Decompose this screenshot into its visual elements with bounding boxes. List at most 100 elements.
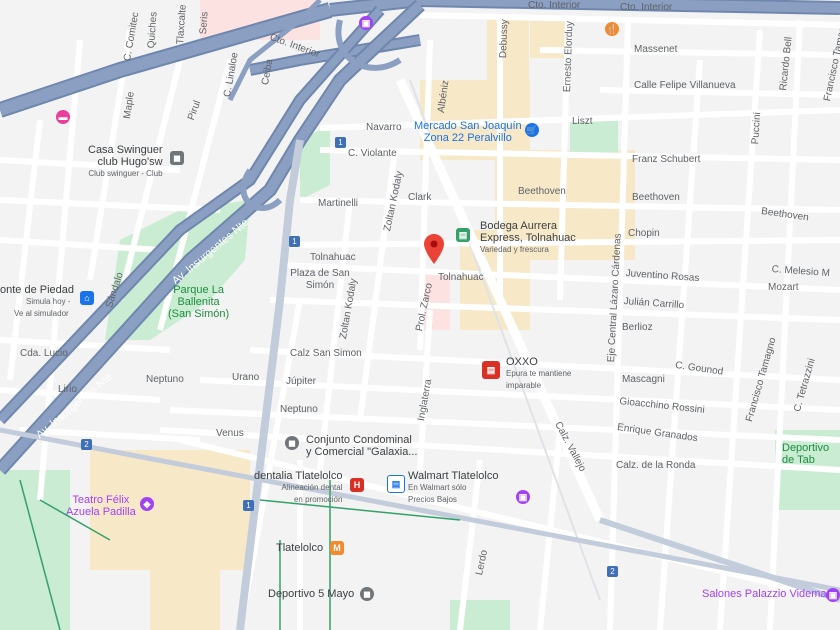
street-label: Quiches xyxy=(146,11,161,48)
landmark-icon[interactable]: ◼ xyxy=(360,587,374,601)
deportivo-de-tab[interactable]: Deportivo de Tab xyxy=(782,442,829,466)
route-shield: 1 xyxy=(289,236,300,247)
place-name: Plaza de San Simón xyxy=(290,268,350,291)
bank-icon[interactable]: ⌂ xyxy=(80,291,94,305)
poi-title: Azuela Padilla xyxy=(66,506,136,518)
shopping-cart-icon[interactable]: 🛒 xyxy=(525,123,539,137)
street-label: Clark xyxy=(408,192,431,204)
street-name: Calz San Simon xyxy=(290,348,362,359)
poi-title: dentalia Tlatelolco xyxy=(254,470,343,482)
street-name: Navarro xyxy=(366,122,402,133)
street-name: Cto. Interior xyxy=(528,0,581,11)
icon-glyph: M xyxy=(333,543,341,553)
dentalia-tlatelolco[interactable]: dentalia Tlatelolco Alineación dental en… xyxy=(254,470,342,506)
icon-glyph: ⌂ xyxy=(84,293,90,303)
poi-title: y Comercial "Galaxia... xyxy=(306,446,418,458)
poi-subtitle: en promoción xyxy=(293,495,343,504)
poi-subtitle: En Walmart sólo xyxy=(408,483,467,492)
street-name: C. Violante xyxy=(348,148,397,159)
monte-de-piedad[interactable]: onte de Piedad Simula hoy - Ve al simula… xyxy=(0,284,74,320)
street-name: Tolnahuac xyxy=(438,272,484,283)
camera-icon[interactable]: ▣ xyxy=(359,16,373,30)
camera-icon[interactable]: ▣ xyxy=(826,588,840,602)
poi-title: (San Simón) xyxy=(168,308,230,320)
plaza-label: Plaza de San Simón xyxy=(290,268,350,292)
parque-la-ballenita[interactable]: Parque La Ballenita (San Simón) xyxy=(168,284,229,320)
street-name: Cda. Lucio xyxy=(20,348,68,359)
street-label: Franz Schubert xyxy=(632,154,700,166)
street-name: Liszt xyxy=(572,116,593,127)
street-label: Neptuno xyxy=(146,374,184,386)
street-name: Massenet xyxy=(634,44,678,55)
street-name: Urano xyxy=(232,372,260,383)
poi-subtitle: Club swinguer - Club xyxy=(88,169,163,178)
icon-glyph: ◼ xyxy=(173,152,181,163)
tlatelolco-metro[interactable]: Tlatelolco xyxy=(276,542,323,554)
street-name: Berlioz xyxy=(622,322,653,333)
street-label: Venus xyxy=(216,428,244,440)
walmart-tlatelolco[interactable]: Walmart Tlatelolco En Walmart sólo Preci… xyxy=(408,470,498,506)
metro-station-icon[interactable]: M xyxy=(330,541,344,555)
street-label: Calz San Simon xyxy=(290,348,362,360)
poi-title: Salones Palazzio Videmar xyxy=(702,588,831,600)
poi-subtitle: imparable xyxy=(506,381,542,390)
bodega-aurrera[interactable]: Bodega Aurrera Express, Tolnahuac Varied… xyxy=(480,220,576,256)
landmark-icon[interactable]: ◼ xyxy=(285,436,299,450)
street-label: Calz. de la Ronda xyxy=(616,460,696,472)
street-label: Massenet xyxy=(634,44,677,56)
restaurant-icon[interactable]: 🍴 xyxy=(605,22,619,36)
poi-title: OXXO xyxy=(506,356,538,368)
route-shield: 1 xyxy=(243,500,254,511)
teatro-felix-azuela[interactable]: Teatro Félix Azuela Padilla xyxy=(66,494,136,518)
poi-subtitle: Alineación dental xyxy=(281,483,343,492)
hotel-icon[interactable]: ▬ xyxy=(56,110,70,124)
casa-swinguer[interactable]: Casa Swinguer club Hugo'sw Club swinguer… xyxy=(88,144,163,180)
street-name: Calz. de la Ronda xyxy=(616,460,696,471)
poi-title: Mercado San Joaquín xyxy=(414,120,522,132)
street-name: Martinelli xyxy=(318,198,359,209)
conjunto-condominal[interactable]: Conjunto Condominal y Comercial "Galaxia… xyxy=(306,434,418,458)
poi-title: Ballenita xyxy=(177,296,220,308)
street-name: Clark xyxy=(408,192,432,203)
mercado-san-joaquin[interactable]: Mercado San Joaquín Zona 22 Peralvillo xyxy=(414,120,522,144)
street-name: Beethoven xyxy=(518,186,566,197)
street-label: Beethoven xyxy=(632,192,680,204)
deportivo-5-mayo[interactable]: Deportivo 5 Mayo xyxy=(268,588,354,600)
theater-icon[interactable]: ◆ xyxy=(140,497,154,511)
street-label: C. Violante xyxy=(348,148,397,160)
route-number: 2 xyxy=(610,567,615,576)
icon-glyph: 🛒 xyxy=(526,124,538,135)
route-number: 1 xyxy=(292,237,297,246)
street-label: Debussy xyxy=(498,19,511,58)
street-label: Seris xyxy=(198,11,212,35)
poi-title: Zona 22 Peralvillo xyxy=(423,132,512,144)
route-number: 1 xyxy=(246,501,251,510)
salones-palazzio[interactable]: Salones Palazzio Videmar xyxy=(702,588,830,600)
street-name: Lirio xyxy=(58,384,77,395)
store-icon[interactable]: ▤ xyxy=(387,475,405,493)
street-label: Mascagni xyxy=(622,374,665,386)
map-canvas[interactable]: Cto. Interior Cto. Interior Cto. Interio… xyxy=(0,0,840,630)
poi-title: Parque La xyxy=(173,284,224,296)
store-icon[interactable]: ▤ xyxy=(456,228,470,242)
route-shield: 1 xyxy=(335,137,346,148)
street-name: Debussy xyxy=(498,19,511,59)
poi-title: Express, Tolnahuac xyxy=(480,232,576,244)
street-label: Chopin xyxy=(628,228,660,240)
street-name: Seris xyxy=(198,11,211,35)
poi-title: onte de Piedad xyxy=(0,284,75,296)
landmark-icon[interactable]: ◼ xyxy=(170,151,184,165)
poi-subtitle: Variedad y frescura xyxy=(480,245,549,254)
icon-glyph: ▤ xyxy=(391,478,401,489)
street-name: Mascagni xyxy=(622,374,665,385)
icon-glyph: ◼ xyxy=(288,437,296,448)
camera-icon[interactable]: ▣ xyxy=(516,490,530,504)
street-name: Venus xyxy=(216,428,244,439)
street-name: Puccini xyxy=(750,111,764,145)
poi-subtitle: Simula hoy - xyxy=(26,297,71,306)
store-icon[interactable]: ▤ xyxy=(482,361,500,379)
oxxo[interactable]: OXXO Epura te mantiene imparable xyxy=(506,356,571,392)
hospital-icon[interactable]: H xyxy=(350,478,364,492)
street-name: Mozart xyxy=(768,282,799,293)
red-location-pin-icon[interactable] xyxy=(424,234,444,264)
